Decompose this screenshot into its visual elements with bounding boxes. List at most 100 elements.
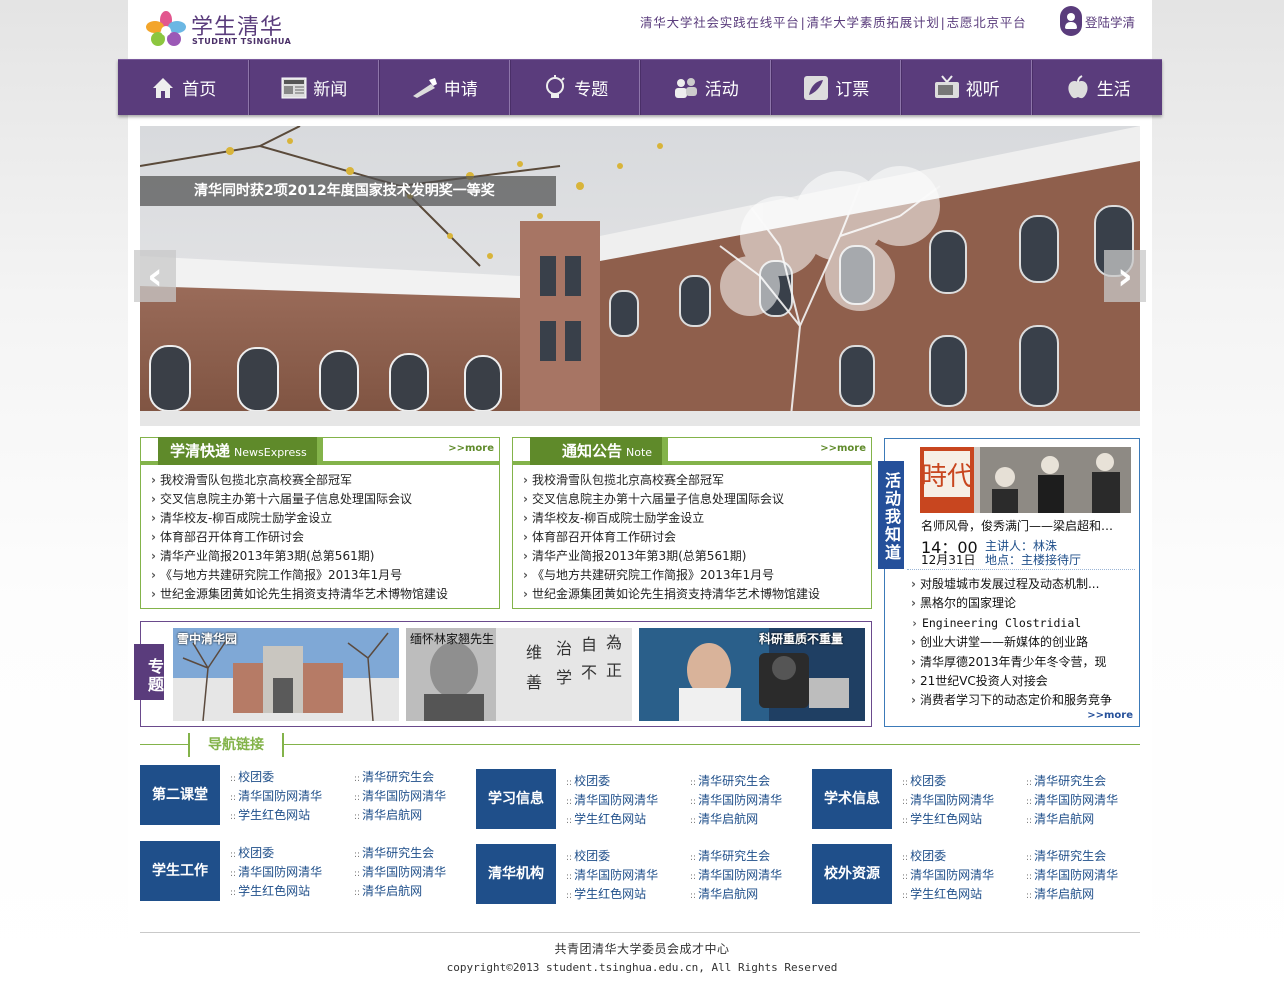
link-item[interactable]: 清华研究生会 [690, 772, 770, 789]
list-item[interactable]: 消费者学习下的动态定价和服务竞争 [911, 691, 1112, 710]
list-item[interactable]: 世纪金源集团黄如论先生捐资支持清华艺术博物馆建设 [523, 585, 820, 604]
link-item[interactable]: 清华国防网清华 [902, 791, 994, 808]
event-title[interactable]: 名师风骨，俊秀满门——梁启超和… [921, 517, 1113, 534]
list-item[interactable]: 清华校友-柳百成院士励学金设立 [523, 509, 820, 528]
nav-item-topics[interactable]: 专题 [509, 60, 640, 115]
topic-label: 缅怀林家翘先生 [410, 632, 495, 646]
link-item[interactable]: 清华启航网 [690, 810, 758, 827]
event-image[interactable]: 時代 [920, 447, 1131, 513]
link-item[interactable]: 清华启航网 [690, 885, 758, 902]
nav-label: 视听 [965, 80, 1000, 100]
logo-english-text: STUDENT TSINGHUA [192, 37, 292, 46]
list-item[interactable]: 清华产业简报2013年第3期(总第561期) [151, 547, 448, 566]
list-item[interactable]: 创业大讲堂——新媒体的创业路 [911, 633, 1112, 652]
carousel-next-button[interactable]: › [1104, 250, 1146, 302]
list-item[interactable]: Engineering Clostridial [911, 614, 1112, 633]
list-item[interactable]: 清华产业简报2013年第3期(总第561期) [523, 547, 820, 566]
link-item[interactable]: 清华启航网 [1026, 810, 1094, 827]
category-academic-info[interactable]: 学术信息 [812, 769, 892, 829]
topic-card-lin[interactable]: 维治自為 善学不正 缅怀林家翘先生 [406, 628, 632, 721]
link-item[interactable]: 校团委 [230, 768, 274, 785]
category-student-work[interactable]: 学生工作 [140, 841, 220, 901]
category-study-info[interactable]: 学习信息 [476, 769, 556, 829]
event-portrait-photo: 時代 [920, 447, 1131, 513]
link-item[interactable]: 学生红色网站 [566, 810, 646, 827]
list-item[interactable]: 《与地方共建研究院工作简报》2013年1月号 [151, 566, 448, 585]
link-item[interactable]: 清华国防网清华 [902, 866, 994, 883]
link-item[interactable]: 清华研究生会 [1026, 772, 1106, 789]
link-item[interactable]: 清华国防网清华 [354, 787, 446, 804]
nav-item-media[interactable]: 视听 [901, 60, 1032, 115]
list-item[interactable]: 体育部召开体育工作研讨会 [523, 528, 820, 547]
site-logo[interactable]: 学生清华 STUDENT TSINGHUA [145, 8, 305, 50]
category-second-classroom[interactable]: 第二课堂 [140, 765, 220, 825]
list-item[interactable]: 世纪金源集团黄如论先生捐资支持清华艺术博物馆建设 [151, 585, 448, 604]
list-item[interactable]: 清华校友-柳百成院士励学金设立 [151, 509, 448, 528]
link-item[interactable]: 清华国防网清华 [1026, 791, 1118, 808]
list-item[interactable]: 我校滑雪队包揽北京高校赛全部冠军 [151, 471, 448, 490]
link-item[interactable]: 清华研究生会 [354, 768, 434, 785]
link-item[interactable]: 清华国防网清华 [566, 791, 658, 808]
nav-links-divider [140, 744, 1140, 746]
top-link-volunteer[interactable]: 志愿北京平台 [947, 15, 1027, 30]
more-link[interactable]: >>more [448, 443, 494, 454]
link-item[interactable]: 学生红色网站 [566, 885, 646, 902]
box-header: 通知公告 Note >>more [512, 437, 872, 465]
link-item[interactable]: 清华启航网 [354, 882, 422, 899]
link-item[interactable]: 清华研究生会 [690, 847, 770, 864]
category-tsinghua-orgs[interactable]: 清华机构 [476, 844, 556, 904]
nav-item-life[interactable]: 生活 [1031, 60, 1163, 115]
list-item[interactable]: 我校滑雪队包揽北京高校赛全部冠军 [523, 471, 820, 490]
link-item[interactable]: 清华国防网清华 [230, 787, 322, 804]
top-link-practice[interactable]: 清华大学社会实践在线平台 [640, 15, 800, 30]
user-icon [1060, 6, 1082, 36]
topic-card-research[interactable]: 科研重质不重量 [639, 628, 865, 721]
list-item[interactable]: 清华厚德2013年青少年冬令营，现 [911, 653, 1112, 672]
svg-text:治: 治 [556, 639, 572, 658]
link-item[interactable]: 校团委 [566, 847, 610, 864]
link-item[interactable]: 清华启航网 [354, 806, 422, 823]
list-item[interactable]: 交叉信息院主办第十六届量子信息处理国际会议 [523, 490, 820, 509]
nav-label: 生活 [1096, 80, 1131, 100]
banner-caption[interactable]: 清华同时获2项2012年度国家技术发明奖一等奖 [140, 176, 556, 206]
list-item[interactable]: 21世纪VC投资人对接会 [911, 672, 1112, 691]
link-item[interactable]: 清华启航网 [1026, 885, 1094, 902]
more-link[interactable]: >>more [1087, 710, 1133, 721]
footer-org: 共青团清华大学委员会成才中心 [554, 942, 730, 956]
link-item[interactable]: 清华国防网清华 [1026, 866, 1118, 883]
link-item[interactable]: 学生红色网站 [230, 882, 310, 899]
login-button[interactable]: 登陆学清 [1060, 6, 1135, 36]
nav-item-activities[interactable]: 活动 [640, 60, 771, 115]
list-item[interactable]: 对殷墟城市发展过程及动态机制... [911, 575, 1112, 594]
carousel-prev-button[interactable]: ‹ [134, 250, 176, 302]
title-cn: 通知公告 [562, 442, 623, 460]
link-item[interactable]: 清华国防网清华 [566, 866, 658, 883]
list-item[interactable]: 《与地方共建研究院工作简报》2013年1月号 [523, 566, 820, 585]
nav-item-apply[interactable]: 申请 [379, 60, 510, 115]
link-item[interactable]: 清华国防网清华 [354, 863, 446, 880]
hero-banner[interactable] [140, 126, 1140, 426]
list-item[interactable]: 体育部召开体育工作研讨会 [151, 528, 448, 547]
link-item[interactable]: 清华研究生会 [1026, 847, 1106, 864]
list-item[interactable]: 交叉信息院主办第十六届量子信息处理国际会议 [151, 490, 448, 509]
link-item[interactable]: 清华国防网清华 [690, 866, 782, 883]
nav-item-news[interactable]: 新闻 [248, 60, 379, 115]
list-item[interactable]: 黑格尔的国家理论 [911, 594, 1112, 613]
topic-card-snow[interactable]: 雪中清华园 [173, 628, 399, 721]
topics-tab: 专题 [134, 644, 164, 700]
link-item[interactable]: 清华国防网清华 [690, 791, 782, 808]
category-external-resources[interactable]: 校外资源 [812, 844, 892, 904]
nav-item-home[interactable]: 首页 [118, 60, 249, 115]
link-item[interactable]: 校团委 [902, 847, 946, 864]
link-item[interactable]: 清华国防网清华 [230, 863, 322, 880]
top-link-quality[interactable]: 清华大学素质拓展计划 [807, 15, 940, 30]
nav-item-tickets[interactable]: 订票 [770, 60, 901, 115]
link-item[interactable]: 校团委 [230, 844, 274, 861]
link-item[interactable]: 学生红色网站 [902, 810, 982, 827]
link-item[interactable]: 学生红色网站 [902, 885, 982, 902]
link-item[interactable]: 校团委 [566, 772, 610, 789]
link-item[interactable]: 清华研究生会 [354, 844, 434, 861]
more-link[interactable]: >>more [820, 443, 866, 454]
link-item[interactable]: 学生红色网站 [230, 806, 310, 823]
link-item[interactable]: 校团委 [902, 772, 946, 789]
